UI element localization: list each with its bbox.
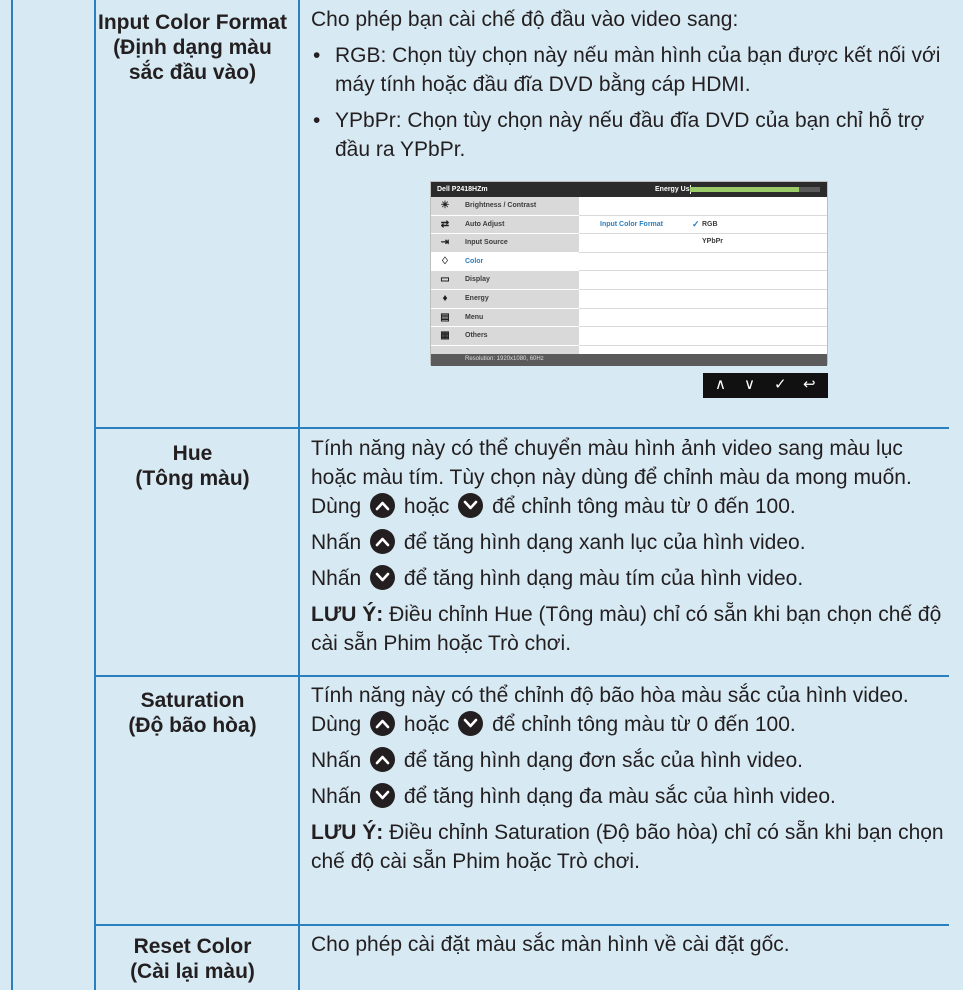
color-icon: ♢ (440, 255, 450, 267)
saturation-mono: Nhấn để tăng hình dạng đơn sắc của hình … (311, 747, 803, 772)
up-button-icon (370, 711, 396, 736)
osd-energy-fill (690, 187, 800, 192)
osd-option-ypbpr[interactable]: YPbPr (702, 238, 723, 245)
others-icon: ▦ (440, 330, 450, 342)
hue-green: Nhấn để tăng hình dạng xanh lục của hình… (311, 529, 806, 554)
osd-menu-item[interactable]: ⇄ Auto Adjust (431, 215, 579, 235)
auto-adjust-icon: ⇄ (440, 218, 450, 230)
osd-menu-label: Energy (465, 294, 489, 302)
osd-submenu: Input Color Format ✓ RGB YPbPr (579, 197, 827, 346)
down-button-icon (370, 783, 396, 808)
row-content-input-color-format: Cho phép bạn cài chế độ đầu vào video sa… (311, 5, 949, 164)
osd-menu-label: Auto Adjust (465, 220, 505, 228)
menu-icon: ▤ (440, 311, 450, 323)
up-button-icon (370, 529, 396, 554)
bullet-dot: • (313, 109, 321, 132)
bullet-text: YPbPr: Chọn tùy chọn này nếu đầu đĩa DVD… (335, 109, 925, 161)
down-button-icon (370, 565, 396, 590)
osd-menu-item[interactable]: ♦ Energy (431, 289, 579, 309)
osd-menu-label: Color (465, 257, 484, 265)
table-rule-left (11, 0, 13, 990)
osd-back-button[interactable]: ↩ (803, 376, 816, 394)
hue-purple: Nhấn để tăng hình dạng màu tím của hình … (311, 565, 804, 590)
row-label-input-color-format: Input Color Format (Định dạng màu sắc đầ… (96, 10, 289, 85)
row-label-reset-color: Reset Color (Cài lại màu) (96, 934, 289, 984)
row-divider (94, 924, 949, 926)
osd-menu-label: Display (465, 276, 490, 284)
row-divider (94, 427, 949, 429)
saturation-desc: Tính năng này có thể chỉnh độ bão hòa mà… (311, 684, 909, 736)
osd-header: Dell P2418HZm Energy Use (431, 182, 827, 197)
energy-icon: ♦ (442, 292, 448, 304)
bullet-dot: • (313, 44, 321, 67)
label-vi: (Cài lại màu) (130, 960, 255, 983)
check-icon: ✓ (692, 218, 700, 229)
osd-resolution: Resolution: 1920x1080, 60Hz (465, 356, 544, 362)
osd-menu-item[interactable]: ☀ Brightness / Contrast (431, 197, 579, 216)
saturation-multi: Nhấn để tăng hình dạng đa màu sắc của hì… (311, 783, 836, 808)
down-button-icon (458, 711, 484, 736)
osd-footer: Resolution: 1920x1080, 60Hz (431, 354, 827, 366)
label-vi: (Tông màu) (135, 467, 250, 490)
table-rule-inner (94, 0, 96, 990)
brightness-icon: ☀ (440, 200, 450, 211)
table-rule-middle (298, 0, 300, 990)
osd-menu: ☀ Brightness / Contrast ⇄ Auto Adjust ⇥ Input… (431, 197, 579, 365)
hue-desc: Tính năng này có thể chuyển màu hình ảnh… (311, 437, 912, 518)
up-button-icon (370, 747, 396, 772)
osd-screenshot: Dell P2418HZm Energy Use ☀ Brightness / C… (430, 181, 828, 366)
row-divider (94, 675, 949, 677)
row-label-hue: Hue (Tông màu) (96, 441, 289, 491)
osd-up-button[interactable]: ∧ (715, 376, 726, 394)
label-vi: (Độ bão hòa) (128, 714, 257, 737)
osd-option-rgb[interactable]: RGB (702, 221, 718, 228)
osd-nav-buttons: ∧ ∨ ✓ ↩ (703, 373, 828, 398)
osd-menu-item[interactable]: ▦ Others (431, 327, 579, 346)
saturation-note: LƯU Ý: Điều chỉnh Saturation (Độ bão hòa… (311, 821, 944, 873)
osd-menu-item[interactable]: ▭ Display (431, 271, 579, 290)
osd-menu-label: Others (465, 332, 488, 340)
osd-ok-button[interactable]: ✓ (774, 376, 787, 394)
osd-menu-label: Input Source (465, 239, 508, 247)
label-en: Reset Color (133, 935, 252, 958)
down-button-icon (458, 493, 484, 518)
osd-menu-item[interactable]: ♢ Color (431, 252, 579, 272)
osd-menu-item[interactable]: ⇥ Input Source (431, 234, 579, 253)
osd-model: Dell P2418HZm (437, 186, 488, 193)
row-label-saturation: Saturation (Độ bão hòa) (96, 688, 289, 738)
label-en: Hue (172, 442, 213, 465)
osd-down-button[interactable]: ∨ (744, 376, 755, 394)
row-content-hue: Tính năng này có thể chuyển màu hình ảnh… (311, 434, 949, 658)
reset-desc: Cho phép cài đặt màu sắc màn hình về cài… (311, 933, 790, 956)
row-content-saturation: Tính năng này có thể chỉnh độ bão hòa mà… (311, 681, 949, 876)
up-button-icon (370, 493, 396, 518)
osd-menu-label: Brightness / Contrast (465, 202, 537, 209)
osd-energy-label: Energy Use (655, 186, 694, 193)
bullet-ypbpr: • YPbPr: Chọn tùy chọn này nếu đầu đĩa D… (311, 106, 949, 164)
input-source-icon: ⇥ (440, 237, 450, 249)
row-content-reset-color: Cho phép cài đặt màu sắc màn hình về cài… (311, 930, 949, 959)
osd-menu-item[interactable]: ▤ Menu (431, 308, 579, 328)
osd-energy-bar (690, 185, 820, 194)
label-vi: (Định dạng màu sắc đầu vào) (113, 36, 272, 84)
hue-note: LƯU Ý: Điều chỉnh Hue (Tông màu) chỉ có … (311, 603, 942, 655)
intro-text: Cho phép bạn cài chế độ đầu vào video sa… (311, 8, 739, 31)
label-en: Saturation (140, 689, 245, 712)
display-icon: ▭ (440, 274, 450, 286)
osd-option-label: Input Color Format (600, 220, 663, 228)
osd-menu-label: Menu (465, 313, 484, 321)
bullet-rgb: • RGB: Chọn tùy chọn này nếu màn hình củ… (311, 41, 949, 99)
label-en: Input Color Format (98, 11, 287, 34)
bullet-text: RGB: Chọn tùy chọn này nếu màn hình của … (335, 44, 941, 96)
